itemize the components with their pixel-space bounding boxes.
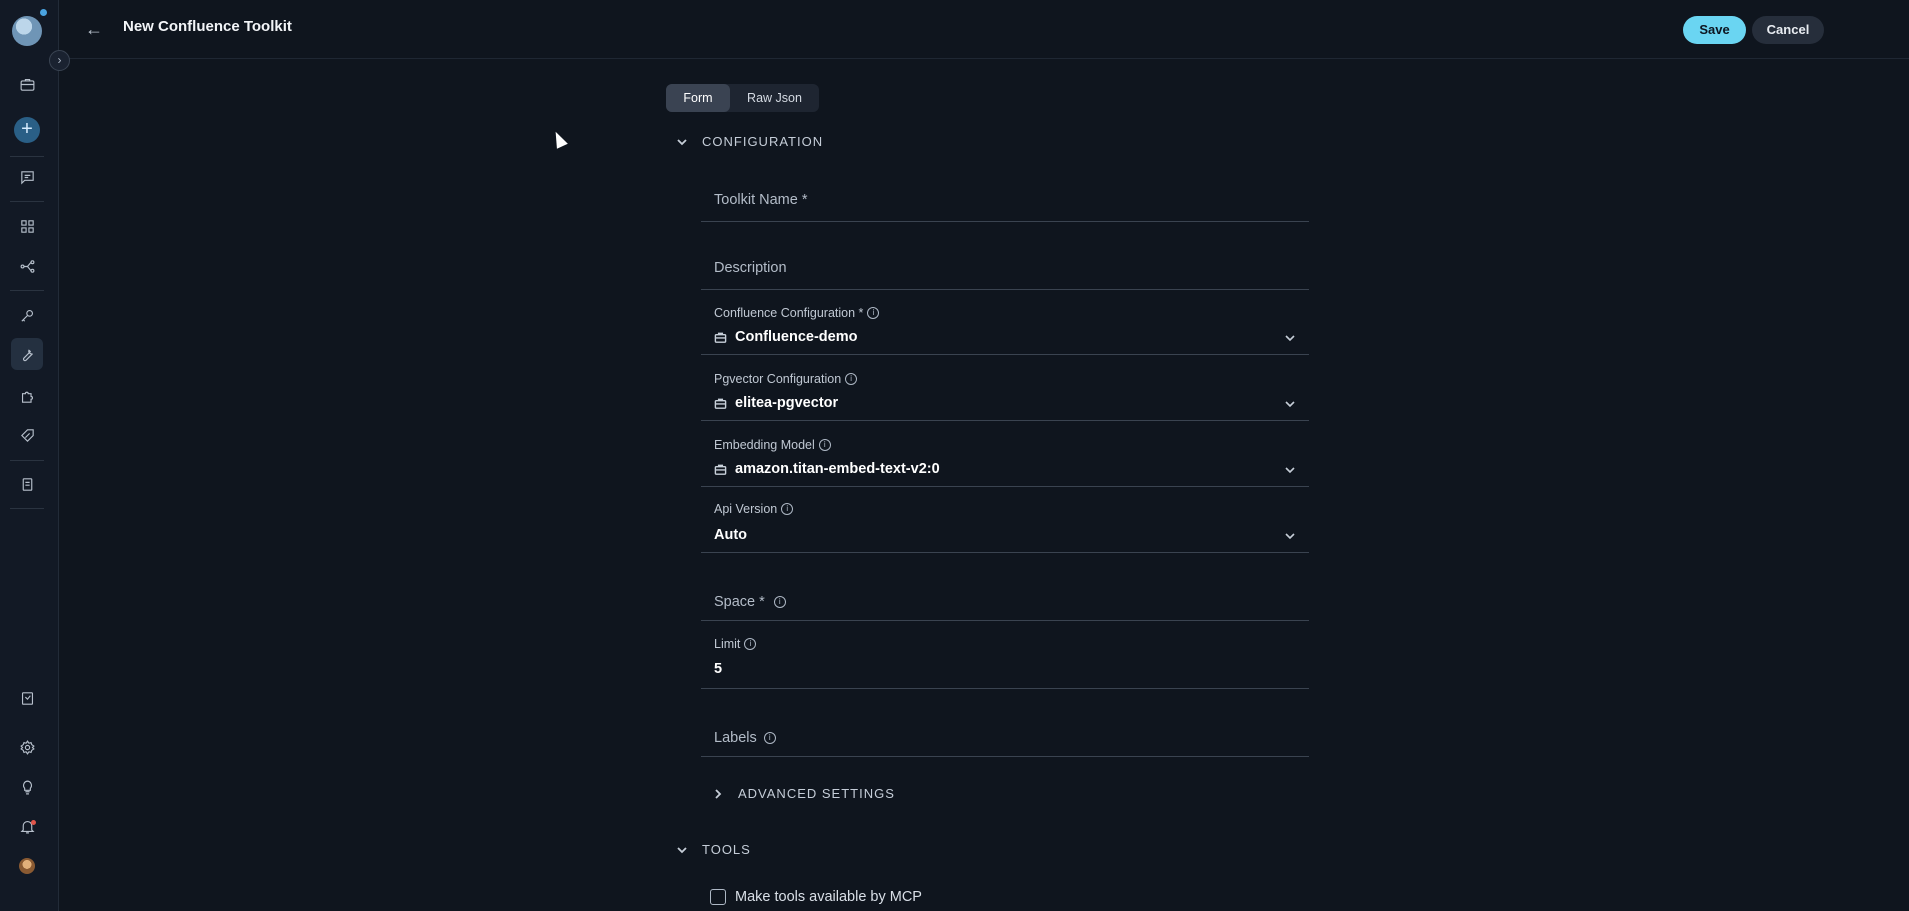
confluence-configuration-value: Confluence-demo <box>714 329 857 345</box>
space-placeholder-text: Space * <box>714 594 765 610</box>
mcp-checkbox[interactable] <box>710 889 726 905</box>
labels-placeholder-text: Labels <box>714 730 757 746</box>
puzzle-icon[interactable] <box>15 384 39 408</box>
tab-raw-json[interactable]: Raw Json <box>730 84 819 112</box>
sidebar-divider <box>10 460 44 461</box>
app-logo[interactable] <box>12 16 42 46</box>
embedding-model-value: amazon.titan-embed-text-v2:0 <box>714 461 940 477</box>
documents-icon[interactable] <box>15 472 39 496</box>
user-avatar[interactable] <box>19 858 35 874</box>
embedding-model-value-text: amazon.titan-embed-text-v2:0 <box>735 461 940 477</box>
confluence-configuration-select[interactable]: Confluence Configuration * i Confluence-… <box>701 300 1309 355</box>
bell-icon[interactable] <box>15 814 39 838</box>
embedding-model-select[interactable]: Embedding Model i amazon.titan-embed-tex… <box>701 432 1309 487</box>
api-version-label: Api Version i <box>714 502 794 516</box>
pgvector-configuration-value: elitea-pgvector <box>714 395 838 411</box>
tools-section-label: TOOLS <box>702 842 751 857</box>
settings-icon[interactable] <box>15 735 39 759</box>
chat-icon[interactable] <box>15 165 39 189</box>
sidebar-divider <box>10 508 44 509</box>
chevron-down-icon <box>1283 331 1297 345</box>
back-arrow-icon[interactable]: ← <box>85 18 107 40</box>
key-icon[interactable] <box>15 303 39 327</box>
space-field[interactable]: Space * i <box>701 578 1309 621</box>
info-icon[interactable]: i <box>867 307 880 319</box>
labels-placeholder: Labels i <box>714 730 776 746</box>
advanced-settings-label: ADVANCED SETTINGS <box>738 786 895 801</box>
briefcase-icon <box>714 463 727 476</box>
chevron-down-icon <box>1283 463 1297 477</box>
briefcase-icon[interactable] <box>15 72 39 96</box>
sidebar-divider <box>10 290 44 291</box>
chevron-down-icon <box>675 843 689 857</box>
sidebar-divider <box>10 201 44 202</box>
pgvector-configuration-select[interactable]: Pgvector Configuration i elitea-pgvector <box>701 366 1309 421</box>
mcp-checkbox-label: Make tools available by MCP <box>735 889 922 905</box>
info-icon[interactable]: i <box>763 732 776 744</box>
chevron-down-icon <box>1283 529 1297 543</box>
chevron-down-icon <box>675 135 689 149</box>
grid-icon[interactable] <box>15 214 39 238</box>
wrench-icon[interactable] <box>11 338 43 370</box>
tab-form[interactable]: Form <box>666 84 730 112</box>
mouse-cursor <box>550 129 568 149</box>
embedding-model-label: Embedding Model i <box>714 438 831 452</box>
space-placeholder: Space * i <box>714 594 786 610</box>
chevron-right-icon <box>711 787 725 801</box>
cancel-button[interactable]: Cancel <box>1752 16 1824 44</box>
create-new-button[interactable]: + <box>14 117 40 143</box>
info-icon[interactable]: i <box>773 596 786 608</box>
info-icon[interactable]: i <box>818 439 831 451</box>
api-version-label-text: Api Version <box>714 502 778 516</box>
limit-label-text: Limit <box>714 637 741 651</box>
chevron-down-icon <box>1283 397 1297 411</box>
mcp-checkbox-row[interactable]: Make tools available by MCP <box>710 889 922 905</box>
confluence-configuration-label: Confluence Configuration * i <box>714 306 880 320</box>
confluence-configuration-value-text: Confluence-demo <box>735 329 858 345</box>
tag-icon[interactable] <box>15 423 39 447</box>
notification-dot <box>40 9 47 16</box>
limit-value: 5 <box>714 661 723 677</box>
docs-icon[interactable] <box>15 686 39 710</box>
briefcase-icon <box>714 331 727 344</box>
toolkit-name-placeholder: Toolkit Name * <box>714 192 808 208</box>
advanced-settings-toggle[interactable]: ADVANCED SETTINGS <box>711 786 895 801</box>
pgvector-configuration-value-text: elitea-pgvector <box>735 395 839 411</box>
briefcase-icon <box>714 397 727 410</box>
description-placeholder: Description <box>714 260 787 276</box>
limit-field[interactable]: Limit i 5 <box>701 632 1309 689</box>
configuration-section-label: CONFIGURATION <box>702 134 824 149</box>
info-icon[interactable]: i <box>744 638 757 650</box>
save-button[interactable]: Save <box>1683 16 1746 44</box>
labels-field[interactable]: Labels i <box>701 714 1309 757</box>
limit-label: Limit i <box>714 637 757 651</box>
toolkit-name-field[interactable]: Toolkit Name * <box>701 180 1309 222</box>
top-bar: ← New Confluence Toolkit <box>59 0 1909 59</box>
embedding-model-label-text: Embedding Model <box>714 438 815 452</box>
api-version-select[interactable]: Api Version i Auto <box>701 498 1309 553</box>
api-version-value: Auto <box>714 527 748 543</box>
sidebar-divider <box>10 156 44 157</box>
pipeline-icon[interactable] <box>15 254 39 278</box>
sidebar-expand-button[interactable]: › <box>49 50 70 71</box>
tools-section-toggle[interactable]: TOOLS <box>675 842 751 857</box>
sidebar: + <box>0 0 59 911</box>
pgvector-configuration-label: Pgvector Configuration i <box>714 372 858 386</box>
lightbulb-icon[interactable] <box>15 775 39 799</box>
page-title: New Confluence Toolkit <box>123 18 292 35</box>
description-field[interactable]: Description <box>701 248 1309 290</box>
confluence-configuration-label-text: Confluence Configuration * <box>714 306 864 320</box>
configuration-section-toggle[interactable]: CONFIGURATION <box>675 134 823 149</box>
info-icon[interactable]: i <box>781 503 794 515</box>
view-toggle: Form Raw Json <box>666 84 819 112</box>
info-icon[interactable]: i <box>845 373 858 385</box>
pgvector-configuration-label-text: Pgvector Configuration <box>714 372 842 386</box>
bell-notification-dot <box>31 820 36 825</box>
